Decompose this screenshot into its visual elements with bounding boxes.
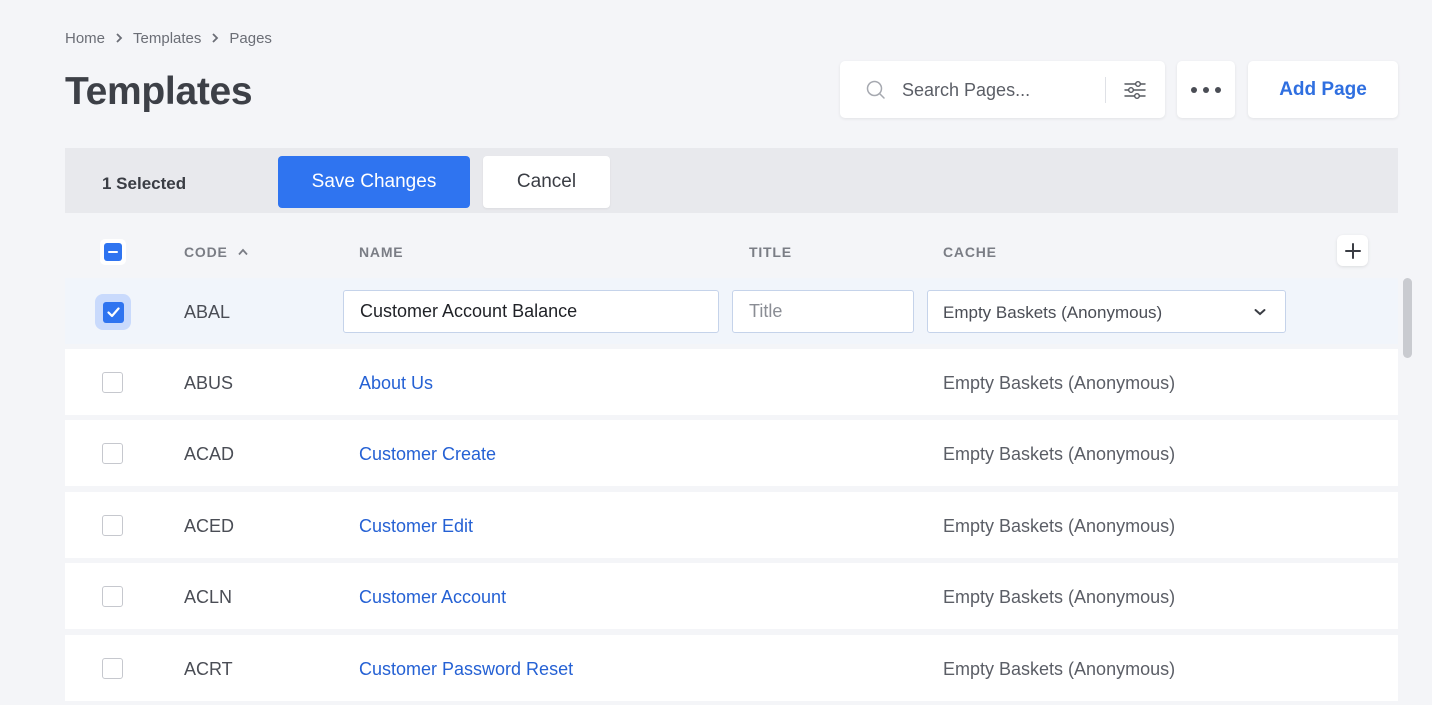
row-name-link[interactable]: Customer Password Reset [359,659,573,680]
table-row: ACED Customer Edit Empty Baskets (Anonymou… [65,492,1398,558]
row-cache: Empty Baskets (Anonymous) [943,373,1176,393]
table-header: CODE NAME TITLE CACHE [65,225,1398,277]
row-cache: Empty Baskets (Anonymous) [943,516,1176,536]
filter-sliders-icon[interactable] [1123,78,1147,102]
row-code: ABAL [184,302,231,322]
row-checkbox[interactable] [102,443,123,464]
breadcrumb-home[interactable]: Home [65,30,105,47]
column-header-name[interactable]: NAME [359,244,403,260]
page: Home Templates Pages Templates Search Pa… [0,0,1432,705]
row-checkbox[interactable] [102,658,123,679]
scrollbar-thumb[interactable] [1403,278,1412,358]
row-cache: Empty Baskets (Anonymous) [943,659,1176,679]
checkmark-icon [106,306,120,317]
add-page-button[interactable]: Add Page [1248,61,1398,118]
row-name-link[interactable]: Customer Create [359,444,496,465]
row-cache: Empty Baskets (Anonymous) [943,444,1176,464]
row-code: ACRT [184,659,233,679]
page-title: Templates [65,70,253,113]
table-row-editing: ABAL Empty Baskets (Anonymous) [65,278,1398,344]
row-code: ACLN [184,587,233,607]
search-input[interactable] [902,77,1092,103]
chevron-right-icon [201,33,229,43]
column-header-title[interactable]: TITLE [749,244,792,260]
table-row: ABUS About Us Empty Baskets (Anonymous) [65,349,1398,415]
add-column-button[interactable] [1337,235,1368,266]
search-divider [1105,77,1106,103]
row-checkbox[interactable] [102,372,123,393]
breadcrumb: Home Templates Pages [65,29,272,47]
cache-select-value: Empty Baskets (Anonymous) [943,303,1163,322]
plus-icon [1344,242,1361,259]
row-code: ACED [184,516,235,536]
sort-ascending-icon [238,248,249,256]
select-all-checkbox[interactable] [100,239,126,265]
breadcrumb-pages: Pages [229,29,272,47]
search-box [840,61,1165,118]
row-cache: Empty Baskets (Anonymous) [943,587,1176,607]
save-changes-button[interactable]: Save Changes [278,156,470,208]
table-row: ACLN Customer Account Empty Baskets (Anony… [65,563,1398,629]
row-code: ABUS [184,373,234,393]
row-checkbox-checked[interactable] [95,294,131,330]
row-name-link[interactable]: Customer Edit [359,516,473,537]
table-row: ACAD Customer Create Empty Baskets (Anonym… [65,420,1398,486]
row-name-link[interactable]: About Us [359,373,433,394]
row-checkbox[interactable] [102,515,123,536]
selection-count: 1 Selected [102,174,187,193]
breadcrumb-templates[interactable]: Templates [133,30,201,47]
row-checkbox[interactable] [102,586,123,607]
column-header-code[interactable]: CODE [184,244,249,260]
selection-bar: 1 Selected Save Changes Cancel [65,148,1398,213]
more-options-button[interactable] [1177,61,1235,118]
chevron-down-icon [1254,309,1266,316]
chevron-right-icon [105,33,133,43]
cache-select[interactable]: Empty Baskets (Anonymous) [927,290,1286,333]
row-name-link[interactable]: Customer Account [359,587,506,608]
more-dots-icon [1191,86,1221,93]
row-code: ACAD [184,444,235,464]
column-header-cache[interactable]: CACHE [943,244,997,260]
title-input[interactable] [732,290,914,333]
table-row: ACRT Customer Password Reset Empty Baskets… [65,635,1398,701]
cancel-button[interactable]: Cancel [483,156,610,208]
indeterminate-icon [104,243,122,261]
name-input[interactable] [343,290,719,333]
search-icon [866,80,885,99]
